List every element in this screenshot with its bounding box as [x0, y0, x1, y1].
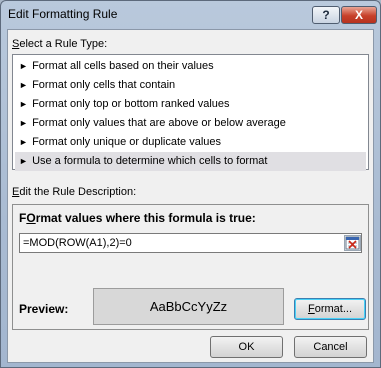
- dialog-title: Edit Formatting Rule: [8, 7, 118, 21]
- formula-heading: FOrmat values where this formula is true…: [19, 211, 256, 225]
- cancel-button-label: Cancel: [313, 341, 348, 353]
- rule-item-label: Format only unique or duplicate values: [32, 136, 222, 148]
- ok-button-label: OK: [238, 341, 255, 353]
- formula-input[interactable]: =MOD(ROW(A1),2)=0: [19, 233, 362, 253]
- rule-item-label: Format all cells based on their values: [32, 60, 214, 72]
- preview-text: AaBbCcYyZz: [149, 299, 228, 314]
- rule-item-all-cells[interactable]: ► Format all cells based on their values: [15, 57, 366, 76]
- rule-item-above-below-average[interactable]: ► Format only values that are above or b…: [15, 114, 366, 133]
- rule-description-panel: FOrmat values where this formula is true…: [12, 204, 369, 330]
- rule-item-unique-duplicate[interactable]: ► Format only unique or duplicate values: [15, 133, 366, 152]
- edit-formatting-rule-dialog: Edit Formatting Rule ? X Select a Rule T…: [0, 0, 381, 368]
- range-select-icon: [345, 236, 360, 250]
- format-button[interactable]: Format...: [294, 298, 366, 320]
- rule-item-label: Format only values that are above or bel…: [32, 117, 286, 129]
- preview-box: AaBbCcYyZz: [93, 288, 284, 325]
- arrow-right-icon: ►: [19, 61, 28, 71]
- rule-item-label: Format only top or bottom ranked values: [32, 98, 230, 110]
- rule-type-label: Select a Rule Type:: [12, 38, 108, 50]
- arrow-right-icon: ►: [19, 118, 28, 128]
- rule-item-top-bottom[interactable]: ► Format only top or bottom ranked value…: [15, 95, 366, 114]
- ok-button[interactable]: OK: [210, 336, 283, 358]
- close-icon: X: [354, 8, 363, 22]
- rule-description-label: Edit the Rule Description:: [12, 186, 137, 198]
- format-button-label: Format...: [307, 303, 353, 315]
- preview-label: Preview:: [19, 302, 69, 316]
- rule-item-cells-contain[interactable]: ► Format only cells that contain: [15, 76, 366, 95]
- title-bar[interactable]: Edit Formatting Rule ? X: [1, 1, 380, 29]
- arrow-right-icon: ►: [19, 80, 28, 90]
- help-icon: ?: [322, 8, 330, 22]
- dialog-body: Select a Rule Type: ► Format all cells b…: [7, 29, 374, 363]
- rule-item-label: Use a formula to determine which cells t…: [32, 155, 268, 167]
- collapse-dialog-button[interactable]: [344, 235, 361, 251]
- arrow-right-icon: ►: [19, 99, 28, 109]
- rule-type-list[interactable]: ► Format all cells based on their values…: [12, 54, 369, 171]
- arrow-right-icon: ►: [19, 156, 28, 166]
- cancel-button[interactable]: Cancel: [294, 336, 367, 358]
- rule-item-label: Format only cells that contain: [32, 79, 176, 91]
- rule-item-use-formula[interactable]: ► Use a formula to determine which cells…: [15, 152, 366, 171]
- arrow-right-icon: ►: [19, 137, 28, 147]
- close-button[interactable]: X: [341, 6, 377, 24]
- help-button[interactable]: ?: [312, 6, 340, 24]
